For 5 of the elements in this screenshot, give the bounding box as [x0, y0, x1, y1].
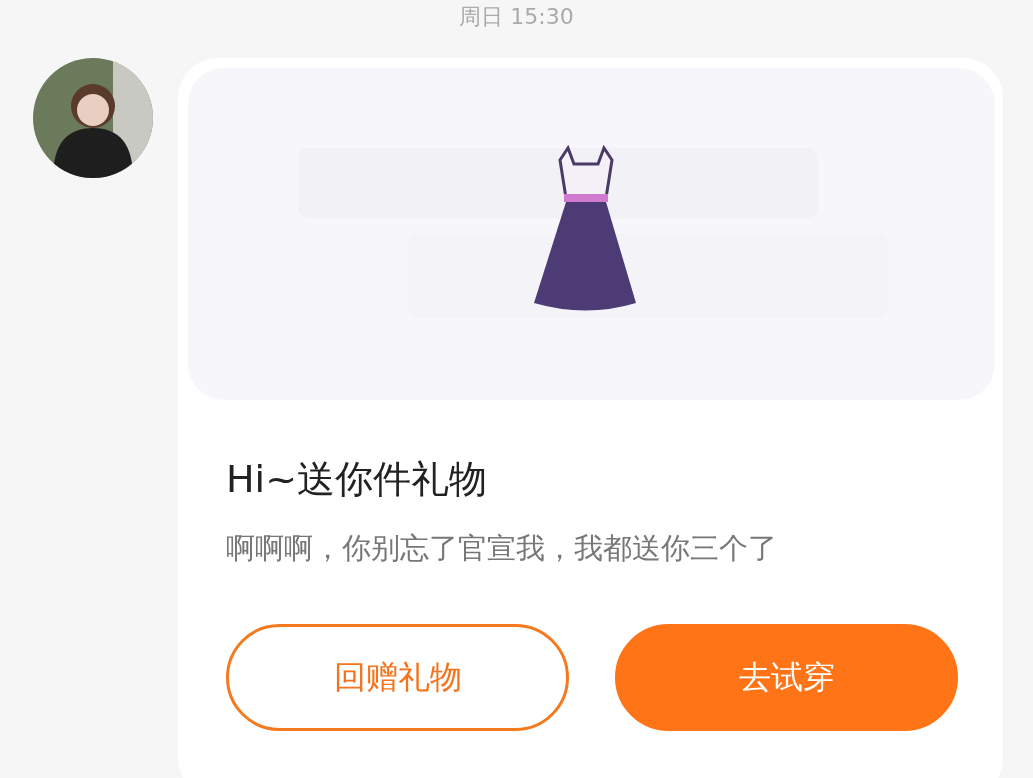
- return-gift-button[interactable]: 回赠礼物: [226, 623, 569, 731]
- gift-message: 啊啊啊，你别忘了官宣我，我都送你三个了: [226, 529, 778, 566]
- timestamp: 周日 15:30: [459, 6, 574, 28]
- gift-title: Hi~送你件礼物: [226, 456, 488, 503]
- try-on-button[interactable]: 去试穿: [615, 623, 958, 731]
